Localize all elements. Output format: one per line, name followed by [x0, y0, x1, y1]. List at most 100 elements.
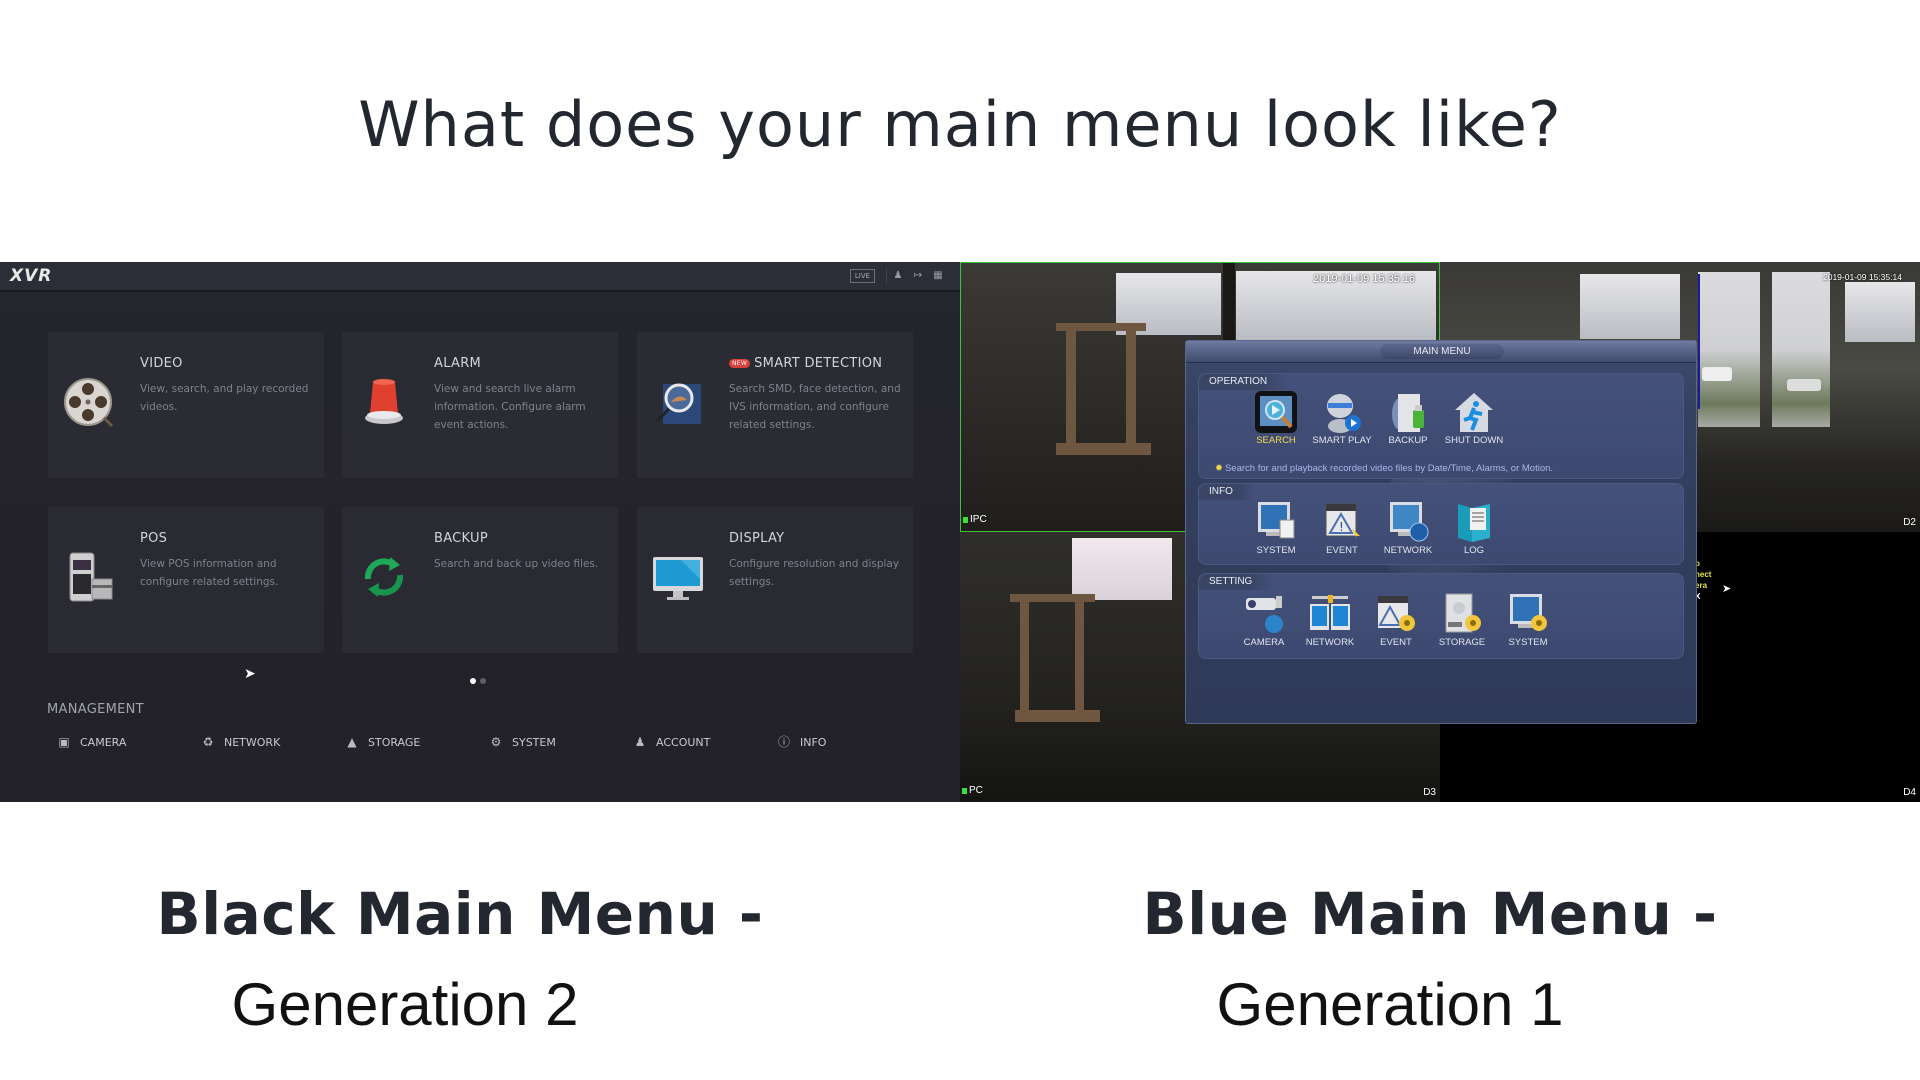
card-description: View and search live alarm information. … — [434, 383, 586, 431]
menu-item-info-event[interactable]: ! EVENT — [1307, 500, 1377, 556]
management-label: CAMERA — [80, 735, 127, 749]
menu-item-setting-storage[interactable]: STORAGE — [1427, 592, 1497, 648]
menu-hint: ✹ Search for and playback recorded video … — [1215, 463, 1553, 474]
hdd-icon: ▲ — [347, 735, 357, 749]
menu-item-label: STORAGE — [1438, 637, 1486, 648]
mouse-cursor: ➤ — [244, 666, 256, 682]
menu-item-label: NETWORK — [1305, 637, 1355, 648]
signal-led-icon — [963, 517, 968, 523]
live-button[interactable]: LIVE — [850, 269, 875, 283]
info-icon: ⓘ — [777, 735, 790, 749]
management-label: SYSTEM — [512, 735, 556, 749]
stand-scene — [1015, 710, 1100, 722]
monitor-globe-icon — [1386, 500, 1430, 544]
management-storage[interactable]: ▲ STORAGE — [344, 732, 420, 752]
search-film-icon — [1254, 390, 1298, 434]
blue-main-menu-screenshot: 2019-01-09 15:35:16 IPC 2019-01-09 15:35… — [960, 262, 1920, 802]
event-gear-icon — [1374, 592, 1418, 636]
card-title: NEW SMART DETECTION — [729, 356, 882, 371]
menu-item-info-network[interactable]: NETWORK — [1373, 500, 1443, 556]
card-description: View, search, and play recorded videos. — [140, 383, 309, 413]
card-title: DISPLAY — [729, 531, 785, 546]
management-label: INFO — [800, 735, 827, 749]
section-title: OPERATION — [1199, 374, 1290, 390]
management-system[interactable]: ⚙ SYSTEM — [488, 732, 556, 752]
user-icon[interactable]: ♟ — [891, 269, 905, 283]
stand-scene — [1075, 602, 1084, 722]
section-title: SETTING — [1199, 574, 1275, 590]
monitor-icon — [651, 549, 707, 605]
menu-item-label: SHUT DOWN — [1444, 435, 1504, 446]
menu-item-info-system[interactable]: SYSTEM — [1241, 500, 1311, 556]
management-info[interactable]: ⓘ INFO — [776, 732, 826, 752]
caption-title: Blue Main Menu - — [1142, 880, 1718, 948]
exit-house-icon — [1452, 390, 1496, 434]
card-pos[interactable]: POS View POS information and configure r… — [48, 507, 324, 653]
window-scene — [1845, 282, 1915, 342]
menu-item-label: EVENT — [1380, 637, 1412, 648]
menu-item-setting-camera[interactable]: CAMERA — [1229, 592, 1299, 648]
management-title: MANAGEMENT — [47, 702, 144, 717]
user-gear-icon: ♟ — [634, 735, 646, 749]
overlay-line: o — [1695, 559, 1700, 568]
camera-label-text: IPC — [970, 514, 987, 525]
camera-id: D3 — [1423, 787, 1436, 798]
warning-window-icon: ! — [1320, 500, 1364, 544]
toolbar-divider — [886, 268, 887, 284]
main-menu-dialog: MAIN MENU OPERATION SEARCH SMART PLAY BA… — [1185, 340, 1697, 724]
camera-label: PC — [962, 785, 983, 796]
menu-item-setting-event[interactable]: EVENT — [1361, 592, 1431, 648]
main-menu-titlebar: MAIN MENU — [1186, 341, 1696, 363]
svg-text:!: ! — [1339, 520, 1344, 534]
management-label: STORAGE — [368, 735, 421, 749]
overlay-line: era — [1695, 581, 1708, 590]
card-smart-detection[interactable]: NEW SMART DETECTION Search SMD, face dete… — [637, 332, 913, 478]
page-headline: What does your main menu look like? — [358, 88, 1562, 161]
stand-scene — [1056, 323, 1146, 331]
management-network[interactable]: ♻ NETWORK — [200, 732, 281, 752]
camera-icon: ▣ — [58, 735, 70, 749]
network-monitors-icon — [1308, 592, 1352, 636]
menu-item-backup[interactable]: BACKUP — [1373, 390, 1443, 446]
card-display[interactable]: DISPLAY Configure resolution and display… — [637, 507, 913, 653]
menu-item-shut-down[interactable]: SHUT DOWN — [1439, 390, 1509, 446]
door-scene — [1698, 272, 1760, 427]
menu-item-label: BACKUP — [1388, 435, 1428, 446]
mouse-cursor: ➤ — [1722, 582, 1732, 595]
menu-item-smart-play[interactable]: SMART PLAY — [1307, 390, 1377, 446]
menu-item-search[interactable]: SEARCH — [1241, 390, 1311, 446]
alarm-siren-icon — [356, 374, 412, 430]
car-scene — [1702, 367, 1732, 381]
management-label: NETWORK — [224, 735, 281, 749]
menu-item-label: SEARCH — [1256, 435, 1296, 446]
logout-icon[interactable]: ↦ — [911, 269, 925, 283]
section-setting: SETTING CAMERA NETWORK EVENT STORAGE SYS… — [1198, 573, 1684, 659]
page-dot[interactable] — [480, 678, 486, 684]
management-camera[interactable]: ▣ CAMERA — [56, 732, 126, 752]
card-backup[interactable]: BACKUP Search and back up video files. — [342, 507, 618, 653]
black-main-menu-screenshot: XVR LIVE ♟ ↦ ▦ VIDEO View, search, and p… — [0, 262, 960, 802]
sync-arrows-icon — [356, 549, 412, 605]
card-description: View POS information and configure relat… — [140, 558, 279, 588]
stand-scene — [1066, 331, 1076, 446]
section-operation: OPERATION SEARCH SMART PLAY BACKUP SHUT … — [1198, 373, 1684, 479]
lightbulb-icon: ✹ — [1215, 463, 1223, 474]
card-video[interactable]: VIDEO View, search, and play recorded vi… — [48, 332, 324, 478]
menu-item-label: SYSTEM — [1256, 545, 1296, 556]
management-account[interactable]: ♟ ACCOUNT — [632, 732, 711, 752]
stand-scene — [1126, 331, 1136, 446]
card-description: Search SMD, face detection, and IVS info… — [729, 383, 901, 431]
window-scene — [1580, 274, 1680, 339]
main-menu-title: MAIN MENU — [1380, 344, 1504, 359]
menu-item-info-log[interactable]: LOG — [1439, 500, 1509, 556]
usb-backup-icon — [1386, 390, 1430, 434]
caption-title: Black Main Menu - — [156, 880, 764, 948]
card-alarm[interactable]: ALARM View and search live alarm informa… — [342, 332, 618, 478]
page-dot-active[interactable] — [470, 678, 476, 684]
layout-icon[interactable]: ▦ — [931, 269, 945, 283]
menu-item-setting-network[interactable]: NETWORK — [1295, 592, 1365, 648]
no-connection-text: o nect era X — [1695, 558, 1711, 602]
card-title: VIDEO — [140, 356, 183, 371]
camera-id: D4 — [1903, 787, 1916, 798]
menu-item-setting-system[interactable]: SYSTEM — [1493, 592, 1563, 648]
